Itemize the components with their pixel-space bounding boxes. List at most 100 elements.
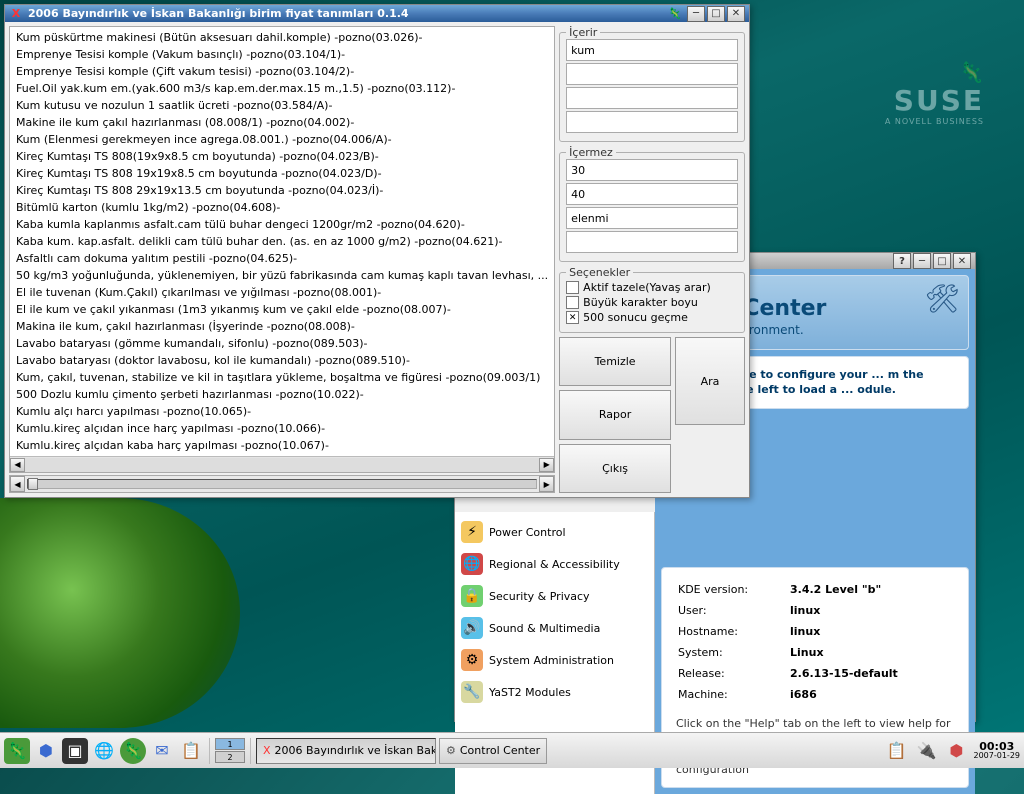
app-minimize-button[interactable]: ─: [687, 6, 705, 22]
sidebar-item[interactable]: 🔒 Security & Privacy: [457, 580, 652, 612]
list-item[interactable]: 50 kg/m3 yoğunluğunda, yüklenemiyen, bir…: [14, 267, 550, 284]
list-item[interactable]: Kaba kum. kap.asfalt. delikli cam tülü b…: [14, 233, 550, 250]
list-item[interactable]: Makine ile kum çakıl hazırlanması (08.00…: [14, 114, 550, 131]
list-item[interactable]: Kireç Kumtaşı TS 808 19x19x8.5 cm boyutu…: [14, 165, 550, 182]
list-item[interactable]: El ile kum ve çakıl yıkanması (1m3 yıkan…: [14, 301, 550, 318]
sidebar-item[interactable]: 🌐Regional & Accessibility: [457, 548, 652, 580]
search-button[interactable]: Ara: [675, 337, 745, 425]
sidebar-icon: ⚡: [461, 521, 483, 543]
app-x-icon: X: [9, 7, 23, 21]
excludes-input-2[interactable]: [566, 183, 738, 205]
list-item[interactable]: Lavabo bataryası (doktor lavabosu, kol i…: [14, 352, 550, 369]
task-label: Control Center: [460, 744, 540, 757]
suse-help-icon[interactable]: 🦎: [120, 738, 146, 764]
sidebar-item[interactable]: 🔊Sound & Multimedia: [457, 612, 652, 644]
list-item[interactable]: Kum püskürtme makinesi (Bütün aksesuarı …: [14, 29, 550, 46]
app-title: 2006 Bayındırlık ve İskan Bakanlığı biri…: [28, 7, 668, 20]
list-item[interactable]: El ile tuvenan (Kum.Çakıl) çıkarılması v…: [14, 284, 550, 301]
scroll-left-icon[interactable]: ◀: [10, 458, 25, 472]
sidebar-icon: 🔒: [461, 585, 483, 607]
clear-button[interactable]: Temizle: [559, 337, 671, 386]
cc-help-button[interactable]: ?: [893, 253, 911, 269]
cc-close-button[interactable]: ✕: [953, 253, 971, 269]
sidebar-item[interactable]: ⚡ Power Control: [457, 516, 652, 548]
app-window: X 2006 Bayındırlık ve İskan Bakanlığı bi…: [4, 4, 750, 498]
list-item[interactable]: Kireç Kumtaşı TS 808 29x19x13.5 cm boyut…: [14, 182, 550, 199]
list-item[interactable]: Kumlu.kireç alçıdan ince harç yapılması …: [14, 420, 550, 437]
taskbar-clock[interactable]: 00:03 2007-01-29: [974, 741, 1021, 760]
app-titlebar[interactable]: X 2006 Bayındırlık ve İskan Bakanlığı bi…: [5, 5, 749, 22]
app-close-button[interactable]: ✕: [727, 6, 745, 22]
wallpaper-chameleon: [0, 498, 240, 728]
terminal-icon[interactable]: ▣: [62, 738, 88, 764]
list-item[interactable]: Kumlu alçı harcı yapılması -pozno(10.065…: [14, 403, 550, 420]
list-item[interactable]: Kumlu.kireç alçıdan kaba harç yapılması …: [14, 437, 550, 454]
app-suse-icon: 🦎: [668, 7, 682, 21]
slider-thumb[interactable]: [28, 478, 38, 490]
info-row: User:linux: [678, 601, 952, 620]
cc-maximize-button[interactable]: □: [933, 253, 951, 269]
contains-input-1[interactable]: [566, 39, 738, 61]
kontact-icon[interactable]: 📋: [178, 738, 204, 764]
scroll-right-icon[interactable]: ▶: [539, 458, 554, 472]
cc-minimize-button[interactable]: ─: [913, 253, 931, 269]
list-item[interactable]: Makina ile kum, çakıl hazırlanması (İşye…: [14, 318, 550, 335]
list-item[interactable]: Asfaltlı cam dokuma yalıtım pestili -poz…: [14, 250, 550, 267]
option-label: Aktif tazele(Yavaş arar): [583, 281, 711, 294]
results-hscroll[interactable]: ◀ ▶: [10, 456, 554, 472]
list-item[interactable]: Kum (Elenmesi gerekmeyen ince agrega.08.…: [14, 131, 550, 148]
sidebar-label: Sound & Multimedia: [489, 622, 600, 635]
excludes-input-4[interactable]: [566, 231, 738, 253]
list-item[interactable]: Bitümlü karton (kumlu 1kg/m2) -pozno(04.…: [14, 199, 550, 216]
contains-input-2[interactable]: [566, 63, 738, 85]
option-row[interactable]: ✕500 sonucu geçme: [566, 311, 738, 324]
results-listbox[interactable]: Kum püskürtme makinesi (Bütün aksesuarı …: [9, 26, 555, 473]
checkbox-icon[interactable]: [566, 296, 579, 309]
task-icon: ⚙: [446, 744, 456, 757]
sidebar-label: Security & Privacy: [489, 590, 590, 603]
kmenu-icon[interactable]: 🦎: [4, 738, 30, 764]
slider-left-icon[interactable]: ◀: [10, 476, 25, 492]
info-row: KDE version:3.4.2 Level "b": [678, 580, 952, 599]
report-button[interactable]: Rapor: [559, 390, 671, 439]
contains-input-3[interactable]: [566, 87, 738, 109]
list-item[interactable]: Kum, çakıl, tuvenan, stabilize ve kil in…: [14, 369, 550, 386]
list-item[interactable]: 500 Dozlu kumlu çimento şerbeti hazırlan…: [14, 386, 550, 403]
option-row[interactable]: Büyük karakter boyu: [566, 296, 738, 309]
excludes-input-1[interactable]: [566, 159, 738, 181]
info-row: Machine:i686: [678, 685, 952, 704]
desktop-pager[interactable]: 12: [215, 738, 245, 763]
list-item[interactable]: Kum kutusu ve nozulun 1 saatlik ücreti -…: [14, 97, 550, 114]
sidebar-label: Regional & Accessibility: [489, 558, 620, 571]
taskbar-task[interactable]: ⚙ Control Center: [439, 738, 547, 764]
list-item[interactable]: Lavabo bataryası (gömme kumandalı, sifon…: [14, 335, 550, 352]
contains-label: İçerir: [566, 26, 600, 39]
info-row: Hostname:linux: [678, 622, 952, 641]
sidebar-item[interactable]: 🔧YaST2 Modules: [457, 676, 652, 708]
sidebar-item[interactable]: ⚙System Administration: [457, 644, 652, 676]
network-tray-icon[interactable]: 🔌: [914, 738, 940, 764]
sidebar-label: YaST2 Modules: [489, 686, 571, 699]
taskbar-task[interactable]: X2006 Bayındırlık ve İskan Bak: [256, 738, 436, 764]
task-icon: X: [263, 744, 271, 757]
contains-input-4[interactable]: [566, 111, 738, 133]
updater-tray-icon[interactable]: ⬢: [944, 738, 970, 764]
clipboard-tray-icon[interactable]: 📋: [884, 738, 910, 764]
list-item[interactable]: Emprenye Tesisi komple (Vakum basınçlı) …: [14, 46, 550, 63]
excludes-input-3[interactable]: [566, 207, 738, 229]
checkbox-icon[interactable]: [566, 281, 579, 294]
slider-right-icon[interactable]: ▶: [539, 476, 554, 492]
option-row[interactable]: Aktif tazele(Yavaş arar): [566, 281, 738, 294]
list-item[interactable]: Emprenye Tesisi komple (Çift vakum tesis…: [14, 63, 550, 80]
home-icon[interactable]: ⬢: [33, 738, 59, 764]
browser-icon[interactable]: 🌐: [91, 738, 117, 764]
list-item[interactable]: Fuel.Oil yak.kum em.(yak.600 m3/s kap.em…: [14, 80, 550, 97]
list-item[interactable]: Kireç Kumtaşı TS 808(19x9x8.5 cm boyutun…: [14, 148, 550, 165]
app-maximize-button[interactable]: □: [707, 6, 725, 22]
list-item[interactable]: Kaba kumla kaplanmıs asfalt.cam tülü buh…: [14, 216, 550, 233]
sidebar-label: Power Control: [489, 526, 566, 539]
result-slider[interactable]: ◀ ▶: [9, 475, 555, 493]
checkbox-icon[interactable]: ✕: [566, 311, 579, 324]
exit-button[interactable]: Çıkış: [559, 444, 671, 493]
mail-icon[interactable]: ✉: [149, 738, 175, 764]
